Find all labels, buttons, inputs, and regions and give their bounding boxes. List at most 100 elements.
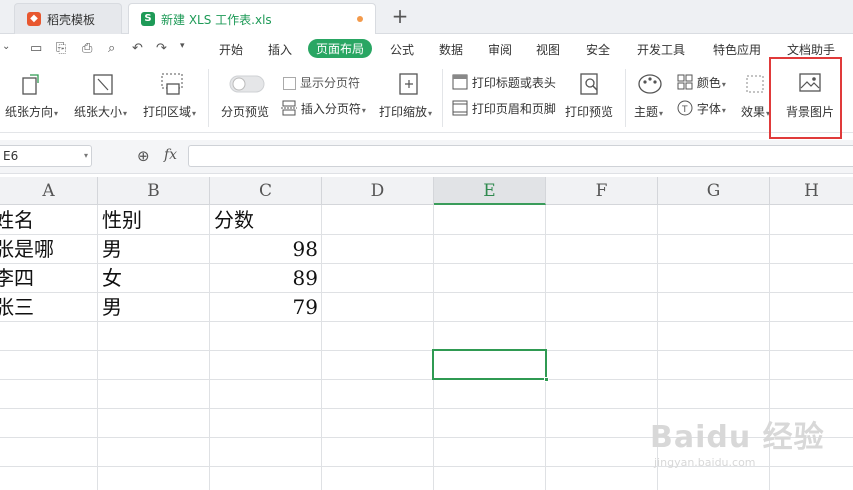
column-header-c[interactable]: C — [210, 177, 322, 205]
effects-icon — [745, 74, 765, 97]
undo-icon[interactable]: ↶ — [132, 41, 143, 56]
font-icon: T — [677, 100, 693, 119]
print-header-footer-button[interactable]: 打印页眉和页脚 — [452, 100, 556, 119]
preview-icon[interactable]: ⌕ — [108, 41, 115, 56]
column-headers: A B C D E F G H — [0, 177, 853, 205]
cell-a1[interactable]: 姓名 — [0, 206, 94, 235]
theme-button[interactable]: 主题▾ — [634, 103, 663, 120]
menu-home[interactable]: 开始 — [219, 41, 243, 58]
cell-a3[interactable]: 李四 — [0, 264, 94, 293]
divider — [625, 69, 626, 127]
insert-page-break-button[interactable]: 插入分页符▾ — [281, 100, 366, 119]
menu-developer[interactable]: 开发工具 — [637, 41, 685, 58]
fill-handle[interactable] — [544, 377, 549, 382]
active-cell-e6[interactable] — [432, 349, 549, 382]
tab-workbook[interactable]: S 新建 XLS 工作表.xls — [128, 3, 376, 34]
chevron-down-icon[interactable]: ⌄ — [2, 41, 10, 52]
new-tab-icon[interactable]: + — [389, 4, 411, 28]
checkbox-icon — [283, 77, 296, 90]
redo-icon[interactable]: ↷ — [156, 41, 167, 56]
print-titles-button[interactable]: 打印标题或表头 — [452, 74, 556, 93]
tab-docer-templates[interactable]: ◆ 稻壳模板 — [14, 3, 122, 34]
page-break-preview-button[interactable]: 分页预览 — [221, 103, 269, 120]
print-icon[interactable]: ⎙ — [82, 41, 92, 56]
tab-label: 稻壳模板 — [47, 12, 96, 27]
print-area-icon — [160, 72, 184, 99]
column-header-b[interactable]: B — [98, 177, 210, 205]
page-break-icon — [281, 100, 297, 119]
highlight-box — [769, 57, 842, 139]
print-scale-button[interactable]: 打印缩放▾ — [379, 103, 432, 120]
watermark: Baidu 经验 jingyan.baidu.com — [650, 412, 825, 469]
menu-formulas[interactable]: 公式 — [390, 41, 414, 58]
menu-review[interactable]: 审阅 — [488, 41, 512, 58]
column-header-a[interactable]: A — [0, 177, 98, 205]
colors-button[interactable]: 颜色▾ — [677, 74, 726, 93]
cell-c4[interactable]: 79 — [212, 293, 318, 322]
column-header-f[interactable]: F — [546, 177, 658, 205]
cell-b4[interactable]: 男 — [102, 293, 207, 322]
grid-line — [209, 205, 210, 490]
cell-c1[interactable]: 分数 — [214, 206, 319, 235]
grid-line — [545, 205, 546, 490]
palette-icon — [637, 72, 663, 99]
grid-line — [0, 408, 853, 409]
orientation-icon — [20, 72, 44, 99]
save-icon[interactable]: ▭ — [30, 41, 42, 56]
print-titles-icon — [452, 74, 468, 93]
grid-line — [97, 205, 98, 490]
menu-data[interactable]: 数据 — [439, 41, 463, 58]
divider — [442, 69, 443, 127]
tab-bar: ◆ 稻壳模板 S 新建 XLS 工作表.xls + — [0, 0, 853, 34]
paper-size-icon — [91, 72, 115, 99]
docer-icon: ◆ — [27, 12, 41, 26]
grid-line — [433, 205, 434, 490]
show-page-breaks-checkbox[interactable]: 显示分页符 — [283, 74, 360, 91]
cell-b1[interactable]: 性别 — [102, 206, 207, 235]
formula-bar: E6 ▾ ⊕ fx — [0, 140, 853, 174]
colors-icon — [677, 74, 693, 93]
cell-b2[interactable]: 男 — [102, 235, 207, 264]
menu-features[interactable]: 特色应用 — [713, 41, 761, 58]
cell-a2[interactable]: 张是哪 — [0, 235, 94, 264]
menu-page-layout[interactable]: 页面布局 — [308, 39, 373, 58]
formula-input[interactable] — [188, 145, 853, 167]
menu-insert[interactable]: 插入 — [268, 41, 292, 58]
ribbon-page-layout: 纸张方向▾ 纸张大小▾ 打印区域▾ 分页预览 显示分页符 插入分页符▾ 打印缩放… — [0, 63, 853, 133]
column-header-e[interactable]: E — [434, 177, 546, 205]
menu-security[interactable]: 安全 — [586, 41, 610, 58]
cell-a4[interactable]: 张三 — [0, 293, 94, 322]
svg-text:T: T — [681, 105, 688, 115]
tab-label: 新建 XLS 工作表.xls — [161, 12, 272, 27]
column-header-g[interactable]: G — [658, 177, 770, 205]
paper-size-button[interactable]: 纸张大小▾ — [74, 103, 127, 120]
fx-icon[interactable]: fx — [164, 147, 177, 163]
divider — [208, 69, 209, 127]
watermark-logo: Baidu 经验 — [650, 420, 825, 455]
grid-line — [321, 205, 322, 490]
sheet-icon: S — [141, 12, 155, 26]
chevron-down-icon[interactable]: ▾ — [84, 146, 88, 166]
cell-c2[interactable]: 98 — [212, 235, 318, 264]
column-header-h[interactable]: H — [770, 177, 853, 205]
column-header-d[interactable]: D — [322, 177, 434, 205]
print-scale-icon — [397, 72, 421, 99]
orientation-button[interactable]: 纸张方向▾ — [5, 103, 58, 120]
print-preview-button[interactable]: 打印预览 — [565, 103, 613, 120]
menu-view[interactable]: 视图 — [536, 41, 560, 58]
toggle-switch[interactable] — [229, 75, 265, 96]
fonts-button[interactable]: T 字体▾ — [677, 100, 726, 119]
header-footer-icon — [452, 100, 468, 119]
grid-line — [0, 379, 853, 380]
cell-c3[interactable]: 89 — [212, 264, 318, 293]
cell-b3[interactable]: 女 — [102, 264, 207, 293]
print-area-button[interactable]: 打印区域▾ — [143, 103, 196, 120]
grid-line — [0, 350, 853, 351]
zoom-icon[interactable]: ⊕ — [137, 147, 150, 165]
export-icon[interactable]: ⎘ — [56, 41, 66, 56]
name-box[interactable]: E6 ▾ — [0, 145, 92, 167]
watermark-url: jingyan.baidu.com — [654, 456, 756, 469]
more-icon[interactable]: ▾ — [180, 41, 185, 51]
menu-doc-assistant[interactable]: 文档助手 — [787, 41, 835, 58]
effects-button[interactable]: 效果▾ — [741, 103, 770, 120]
